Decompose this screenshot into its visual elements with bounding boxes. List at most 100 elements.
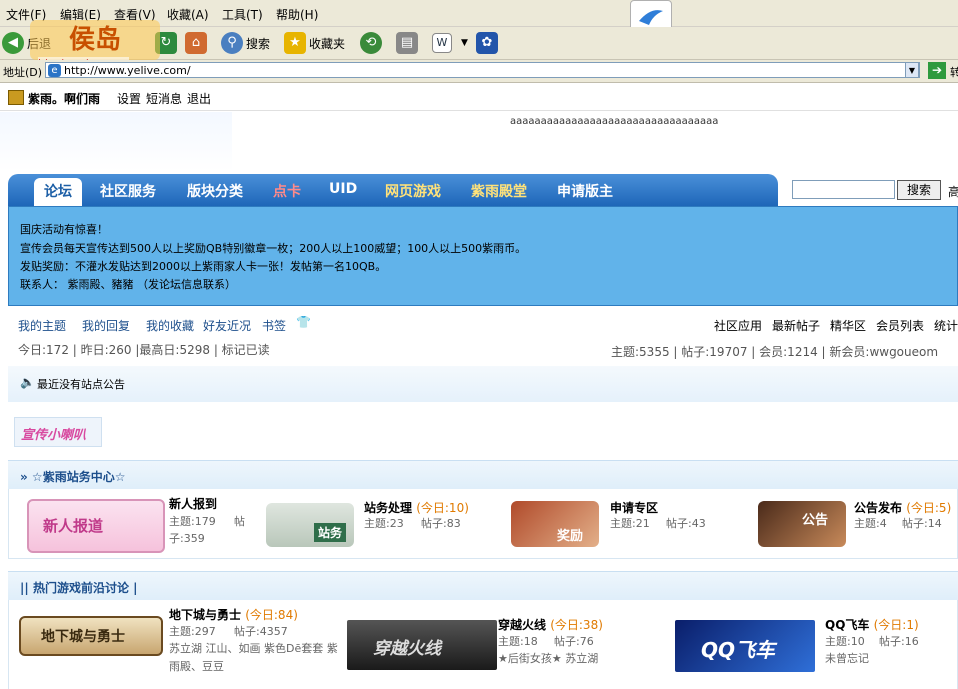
banner-ad-area (0, 112, 232, 172)
forum-posts-crossfire: 帖子:76 (554, 635, 594, 648)
tab-apply-moderator[interactable]: 申请版主 (557, 181, 613, 201)
notice-line-4: 联系人： 紫雨殿、豬豬 （发论坛信息联系） (20, 278, 236, 291)
forum-moderators-qq-speed[interactable]: 未曾忘记 (825, 650, 869, 668)
forum-moderators-crossfire[interactable]: ★后街女孩★ 苏立湖 (498, 650, 598, 668)
category-header-station-center[interactable]: » ☆紫雨站务中心☆ (8, 460, 958, 490)
forum-name-qq-speed[interactable]: QQ飞车 (今日:1) (825, 616, 919, 633)
address-dropdown-icon[interactable]: ▼ (905, 62, 919, 78)
forum-topics-newcomers: 主题:179 (169, 515, 216, 528)
forum-image-newcomers[interactable]: 新人报道 (27, 499, 165, 553)
magnifier-icon: ⚲ (221, 32, 243, 54)
messages-link[interactable]: 短消息 (146, 90, 182, 107)
announcement-text[interactable]: 最近没有站点公告 (37, 376, 125, 392)
menu-favorites[interactable]: 收藏(A) (167, 6, 209, 23)
back-arrow-icon: ◀ (2, 32, 24, 54)
forum-topics-announcements: 主题:4 (854, 517, 887, 530)
forum-today-announcements: (今日:5) (906, 501, 952, 515)
search-toolbar-button[interactable]: ⚲ 搜索 (221, 31, 270, 55)
link-statistics[interactable]: 统计 (934, 317, 958, 334)
forum-image-station-affairs[interactable]: 站务 (266, 503, 354, 547)
forum-name-dungeon-fighter[interactable]: 地下城与勇士 (今日:84) (169, 606, 298, 623)
forum-posts-qq-speed: 帖子:16 (879, 635, 919, 648)
ie-page-icon: e (48, 64, 61, 77)
print-button[interactable]: ▤ (396, 31, 421, 55)
forum-today-station-affairs: (今日:10) (416, 501, 469, 515)
forum-image-application-zone[interactable]: 奖励 (511, 501, 599, 547)
edit-button[interactable]: W ▼ (432, 31, 468, 55)
address-bar: 地址(D) e http://www.yelive.com/ ▼ ➔ 转 (0, 60, 958, 83)
notice-line-2: 宣传会员每天宣传达到500人以上奖励QB特别徽章一枚；200人以上100威望；1… (20, 242, 527, 255)
forum-today-dungeon-fighter: (今日:84) (245, 608, 298, 622)
notice-line-3: 发贴奖励：不灌水发贴达到2000以上紫雨家人卡一张！发帖第一名10QB。 (20, 260, 387, 273)
forum-image-qq-speed[interactable]: QQ飞车 (675, 620, 815, 672)
site-name[interactable]: 紫雨。啊们雨 (28, 90, 100, 107)
word-icon: W (432, 33, 452, 53)
tab-web-games[interactable]: 网页游戏 (385, 181, 441, 201)
tab-point-card[interactable]: 点卡 (273, 181, 301, 201)
forum-posts-newcomers: 帖 (234, 515, 245, 528)
daily-stats: 今日:172 | 昨日:260 |最高日:5298 | 标记已读 (18, 343, 270, 357)
forum-posts-application-zone: 帖子:43 (666, 517, 706, 530)
star-icon: ★ (284, 32, 306, 54)
link-elite-area[interactable]: 精华区 (830, 317, 866, 334)
settings-link[interactable]: 设置 (117, 90, 141, 107)
forum-moderators-dungeon-fighter[interactable]: 苏立湖 江山、如画 紫色Dē套套 紫雨殿、豆豆 (169, 640, 339, 676)
favorites-button[interactable]: ★ 收藏夹 (284, 31, 345, 55)
tab-board-categories[interactable]: 版块分类 (187, 181, 243, 201)
announcement-bar: 🔈 最近没有站点公告 (8, 366, 958, 402)
shirt-icon[interactable]: 👕 (296, 315, 311, 329)
forum-image-crossfire[interactable]: 穿越火线 (347, 620, 497, 670)
link-friends-status[interactable]: 好友近况 (203, 317, 251, 334)
link-my-topics[interactable]: 我的主题 (18, 317, 66, 334)
forum-topics-qq-speed: 主题:10 (825, 635, 865, 648)
link-member-list[interactable]: 会员列表 (876, 317, 924, 334)
forum-name-application-zone[interactable]: 申请专区 (610, 499, 658, 516)
history-icon: ⟲ (360, 32, 382, 54)
forum-name-announcements[interactable]: 公告发布 (今日:5) (854, 499, 951, 516)
link-my-favorites[interactable]: 我的收藏 (146, 317, 194, 334)
dropdown-arrow-icon: ▼ (461, 38, 468, 48)
advanced-search-link[interactable]: 高 (948, 183, 958, 200)
messenger-button[interactable]: ✿ (476, 31, 501, 55)
link-bookmarks[interactable]: 书签 (262, 317, 286, 334)
ad-text[interactable]: aaaaaaaaaaaaaaaaaaaaaaaaaaaaaaaaaa (510, 116, 718, 127)
tab-ziyu-palace[interactable]: 紫雨殿堂 (471, 181, 527, 201)
user-bar: 紫雨。啊们雨 设置 短消息 退出 (0, 84, 958, 111)
tab-community-services[interactable]: 社区服务 (100, 181, 156, 201)
history-button[interactable]: ⟲ (360, 31, 385, 55)
link-community-apps[interactable]: 社区应用 (714, 317, 762, 334)
forum-name-station-affairs[interactable]: 站务处理 (今日:10) (364, 499, 469, 516)
menu-help[interactable]: 帮助(H) (276, 6, 318, 23)
tab-uid[interactable]: UID (329, 181, 357, 197)
notice-line-1: 国庆活动有惊喜！ (20, 223, 108, 236)
address-input[interactable]: e http://www.yelive.com/ (45, 62, 920, 78)
go-arrow-icon[interactable]: ➔ (928, 62, 946, 79)
forum-topics-station-affairs: 主题:23 (364, 517, 404, 530)
forum-posts-announcements: 帖子:14 (902, 517, 942, 530)
forum-name-newcomers[interactable]: 新人报到 (169, 495, 217, 512)
forum-image-announcements[interactable]: 公告 (758, 501, 846, 547)
link-latest-posts[interactable]: 最新帖子 (772, 317, 820, 334)
go-button[interactable]: 转 (950, 64, 958, 80)
site-logo-icon (8, 90, 24, 105)
printer-icon: ▤ (396, 32, 418, 54)
home-icon: ⌂ (185, 32, 207, 54)
link-my-replies[interactable]: 我的回复 (82, 317, 130, 334)
forum-nav-bar: 论坛 社区服务 版块分类 点卡 UID 网页游戏 紫雨殿堂 申请版主 (8, 174, 778, 207)
forum-today-crossfire: (今日:38) (550, 618, 603, 632)
forum-image-dungeon-fighter[interactable]: 地下城与勇士 (19, 616, 163, 656)
category-body-station-center: 新人报道 新人报到 主题:179 帖 子:359 站务 站务处理 (今日:10)… (8, 489, 958, 559)
speaker-icon: 🔈 (20, 375, 35, 389)
tab-forum[interactable]: 论坛 (34, 178, 82, 207)
category-header-hot-games[interactable]: || 热门游戏前沿讨论 | (8, 571, 958, 601)
forum-search-input[interactable] (792, 180, 895, 199)
forum-posts-newcomers-cont: 子:359 (169, 532, 205, 545)
logout-link[interactable]: 退出 (187, 90, 211, 107)
forum-search-button[interactable]: 搜索 (897, 180, 941, 200)
forum-posts-dungeon-fighter: 帖子:4357 (234, 625, 288, 638)
forum-name-crossfire[interactable]: 穿越火线 (今日:38) (498, 616, 603, 633)
menu-tools[interactable]: 工具(T) (222, 6, 263, 23)
home-button[interactable]: ⌂ (185, 31, 210, 55)
promo-banner[interactable]: 宣传小喇叭 (14, 417, 102, 447)
forum-posts-station-affairs: 帖子:83 (421, 517, 461, 530)
